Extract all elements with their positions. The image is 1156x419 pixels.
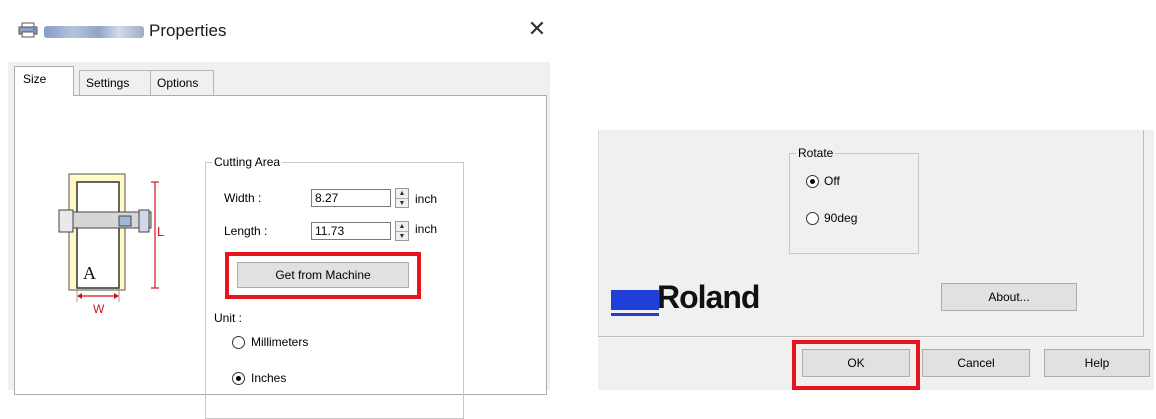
get-from-machine-button[interactable]: Get from Machine (237, 262, 409, 288)
help-button[interactable]: Help (1044, 349, 1150, 377)
length-unit: inch (415, 222, 438, 236)
millimeters-label[interactable]: Millimeters (251, 335, 308, 349)
dialog-client-area: Size Settings Options L W A Cutting Area… (8, 62, 550, 419)
title-bar[interactable]: Properties ✕ (4, 0, 554, 62)
blurred-product-name (44, 26, 144, 38)
plotter-illustration: L W A (58, 173, 164, 314)
about-button[interactable]: About... (941, 283, 1077, 311)
paper-letter: A (83, 263, 96, 283)
width-spinner[interactable]: ▲ ▼ (395, 188, 409, 208)
options-panel: Rotate Off 90deg Roland About... (598, 130, 1144, 337)
rotate-90deg-label[interactable]: 90deg (824, 211, 857, 225)
dialog-title: Properties (149, 21, 227, 40)
unit-label: Unit : (214, 311, 243, 325)
rotate-90deg-radio[interactable] (806, 212, 819, 225)
tab-options[interactable]: Options (150, 70, 214, 96)
inches-radio[interactable] (232, 372, 245, 385)
roland-logo-underline (611, 313, 659, 316)
rotate-off-radio[interactable] (806, 175, 819, 188)
roland-brand: Roland (657, 279, 760, 315)
length-input[interactable]: 11.73 (311, 222, 391, 240)
size-tab-panel: L W A Cutting Area Width : 8.27 ▲ ▼ inch … (14, 95, 547, 419)
printer-icon (18, 22, 38, 38)
rotate-off-label[interactable]: Off (824, 174, 840, 188)
length-spinner[interactable]: ▲ ▼ (395, 221, 409, 241)
width-input[interactable]: 8.27 (311, 189, 391, 207)
rotate-legend: Rotate (798, 146, 834, 160)
cancel-button[interactable]: Cancel (922, 349, 1030, 377)
roland-logo-icon (611, 290, 659, 310)
properties-dialog: Properties ✕ Size Settings Options L W A… (4, 0, 554, 419)
width-label: Width : (224, 191, 262, 205)
ok-button[interactable]: OK (802, 349, 910, 377)
width-unit: inch (415, 192, 438, 206)
rotate-group: Rotate (789, 146, 919, 254)
properties-dialog-bottom: Rotate Off 90deg Roland About... OK Canc… (598, 130, 1154, 390)
spin-down-icon[interactable]: ▼ (396, 232, 408, 241)
width-dimension-label: W (93, 302, 105, 314)
length-dimension-label: L (157, 224, 164, 239)
tab-settings[interactable]: Settings (79, 70, 151, 96)
length-label: Length : (224, 224, 268, 238)
cutting-area-legend: Cutting Area (214, 155, 281, 169)
inches-label[interactable]: Inches (251, 371, 286, 385)
tab-size[interactable]: Size (14, 66, 74, 96)
spin-up-icon[interactable]: ▲ (396, 189, 408, 199)
spin-down-icon[interactable]: ▼ (396, 199, 408, 208)
millimeters-radio[interactable] (232, 336, 245, 349)
close-button[interactable]: ✕ (524, 14, 550, 44)
spin-up-icon[interactable]: ▲ (396, 222, 408, 232)
